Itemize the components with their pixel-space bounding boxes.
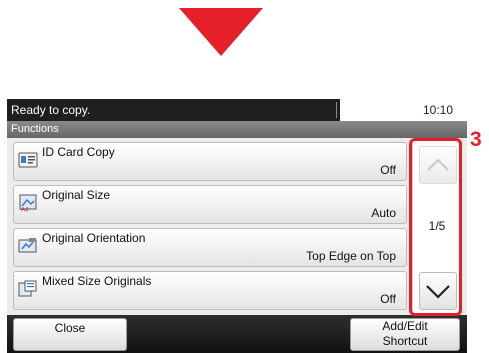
- shortcut-label-line1: Add/Edit: [382, 319, 428, 333]
- function-row-id-card-copy[interactable]: ID Card Copy Off: [13, 142, 407, 181]
- functions-header: Functions: [7, 121, 467, 138]
- shortcut-label-line2: Shortcut: [382, 334, 428, 348]
- original-size-icon: A4: [19, 194, 37, 213]
- orientation-icon: [18, 238, 37, 253]
- mixed-size-icon: [18, 280, 37, 297]
- function-row-original-size[interactable]: A4 Original Size Auto: [13, 185, 407, 224]
- status-divider: [336, 102, 337, 118]
- close-button[interactable]: Close: [13, 318, 127, 351]
- id-card-icon: [18, 152, 38, 168]
- status-bar: Ready to copy. 10:10: [7, 99, 467, 121]
- down-arrow-indicator: [179, 8, 263, 56]
- function-title: ID Card Copy: [42, 145, 115, 159]
- function-title: Mixed Size Originals: [42, 274, 152, 288]
- function-row-mixed-size-originals[interactable]: Mixed Size Originals Off: [13, 271, 407, 310]
- function-value: Auto: [371, 206, 396, 220]
- close-button-label: Close: [54, 321, 86, 335]
- function-title: Original Size: [42, 188, 111, 202]
- function-value: Off: [380, 163, 396, 177]
- svg-text:A4: A4: [21, 208, 29, 213]
- clock: 10:10: [422, 103, 453, 117]
- status-message: Ready to copy.: [11, 103, 91, 117]
- copy-functions-screen: Ready to copy. 10:10 Functions ID Card C…: [7, 99, 467, 353]
- clock-area: 10:10: [340, 99, 467, 121]
- function-value: Top Edge on Top: [306, 249, 396, 263]
- function-value: Off: [380, 292, 396, 306]
- callout-highlight-box: [409, 138, 462, 316]
- function-title: Original Orientation: [42, 231, 146, 245]
- add-edit-shortcut-button[interactable]: Add/Edit Shortcut: [350, 318, 460, 351]
- callout-number: 3: [470, 128, 482, 151]
- bottom-bar: Close Add/Edit Shortcut: [7, 315, 467, 353]
- functions-title: Functions: [11, 123, 59, 135]
- function-row-original-orientation[interactable]: Original Orientation Top Edge on Top: [13, 228, 407, 267]
